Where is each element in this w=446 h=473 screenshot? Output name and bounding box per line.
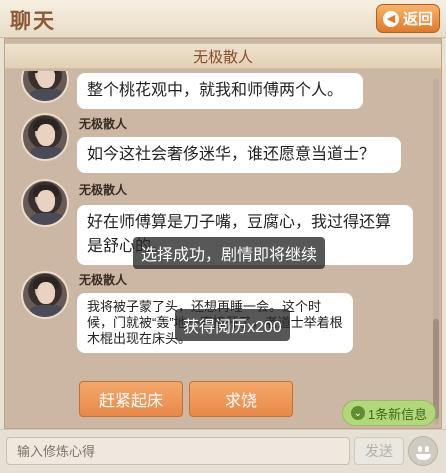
scrollbar-thumb[interactable] [433,319,439,419]
avatar[interactable] [21,179,69,227]
back-button[interactable]: ◀ 返回 [376,4,440,33]
choice-beg-button[interactable]: 求饶 [189,381,293,417]
smiley-icon[interactable] [408,436,438,466]
message-bubble: 如今这社会奢侈迷华，谁还愿意当道士？ [77,137,401,173]
sender-name: 无极散人 [79,273,128,287]
send-button[interactable]: 发送 [354,437,404,465]
new-message-text: 1条新信息 [367,406,428,422]
avatar[interactable] [21,271,69,319]
reflection-input[interactable] [6,437,350,465]
message-list[interactable]: 整个桃花观中，就我和师傅两个人。 无极散人 如今这社会奢侈迷华，谁还愿意当道士？… [5,71,433,428]
chevron-down-icon: ⌄ [350,406,365,420]
chat-title: 无极散人 [192,48,253,66]
choice-get-up-button[interactable]: 赶紧起床 [79,381,183,417]
app-title: 聊天 [10,8,56,33]
back-label: 返回 [402,11,433,28]
sender-name: 无极散人 [79,117,128,131]
reward-toast: 获得阅历x200 [175,309,290,341]
new-message-badge[interactable]: ⌄ 1条新信息 [342,400,436,426]
sender-name: 无极散人 [79,183,128,197]
top-bar: 聊天 ◀ 返回 [0,0,446,38]
back-arrow-icon: ◀ [382,10,399,27]
avatar[interactable] [21,113,69,161]
progress-toast: 选择成功，剧情即将继续 [133,237,326,269]
chat-panel: 无极散人 整个桃花观中，就我和师傅两个人。 无极散人 如今这社会奢侈迷华，谁还愿… [4,38,442,429]
avatar[interactable] [21,71,69,103]
input-bar: 发送 [0,429,446,473]
chat-header: 无极散人 [5,43,441,69]
message-bubble: 整个桃花观中，就我和师傅两个人。 [77,73,363,109]
